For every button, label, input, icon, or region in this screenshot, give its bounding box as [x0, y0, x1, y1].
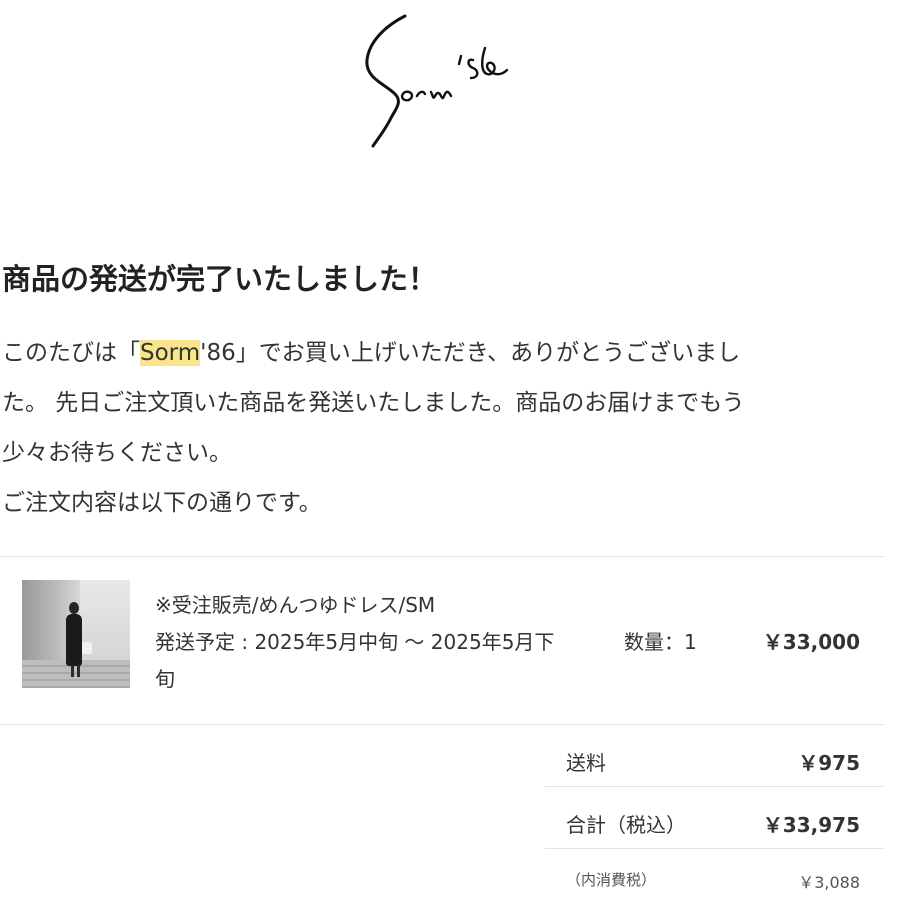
- tax-label: （内消費税）: [566, 871, 657, 889]
- tax-value: ￥3,088: [798, 873, 860, 892]
- message-line: た。 先日ご注文頂いた商品を発送いたしました。商品のお届けまでもう: [2, 390, 745, 416]
- greeting-before: このたびは「: [2, 340, 140, 366]
- page-title: 商品の発送が完了いたしました！: [2, 262, 438, 296]
- message-line: このたびは「Sorm'86」でお買い上げいただき、ありがとうございまし: [2, 328, 874, 378]
- product-name[interactable]: ※受注販売/めんつゆドレス/SM: [155, 589, 435, 618]
- divider: [0, 724, 884, 725]
- divider: [0, 556, 884, 557]
- total-value: ￥33,975: [762, 813, 860, 837]
- message-line: 少々お待ちください。: [2, 440, 232, 466]
- message-body: このたびは「Sorm'86」でお買い上げいただき、ありがとうございまし た。 先…: [2, 328, 874, 528]
- message-line: ご注文内容は以下の通りです。: [2, 490, 322, 516]
- divider: [545, 848, 884, 849]
- product-photo-icon[interactable]: [22, 580, 130, 688]
- greeting-after: '86」でお買い上げいただき、ありがとうございまし: [200, 340, 741, 366]
- brand-logo-script-icon: [365, 14, 509, 148]
- highlighted-brand-name: Sorm: [140, 340, 201, 366]
- divider: [545, 786, 884, 787]
- brand-logo: [355, 8, 535, 158]
- shipping-fee-value: ￥975: [798, 751, 860, 775]
- item-price: ￥33,000: [762, 630, 860, 654]
- shipping-schedule: 発送予定 : 2025年5月中旬 〜 2025年5月下旬: [155, 630, 555, 691]
- total-label: 合計（税込）: [566, 813, 686, 837]
- quantity: 数量：1: [624, 630, 697, 654]
- shipping-fee-label: 送料: [566, 751, 606, 775]
